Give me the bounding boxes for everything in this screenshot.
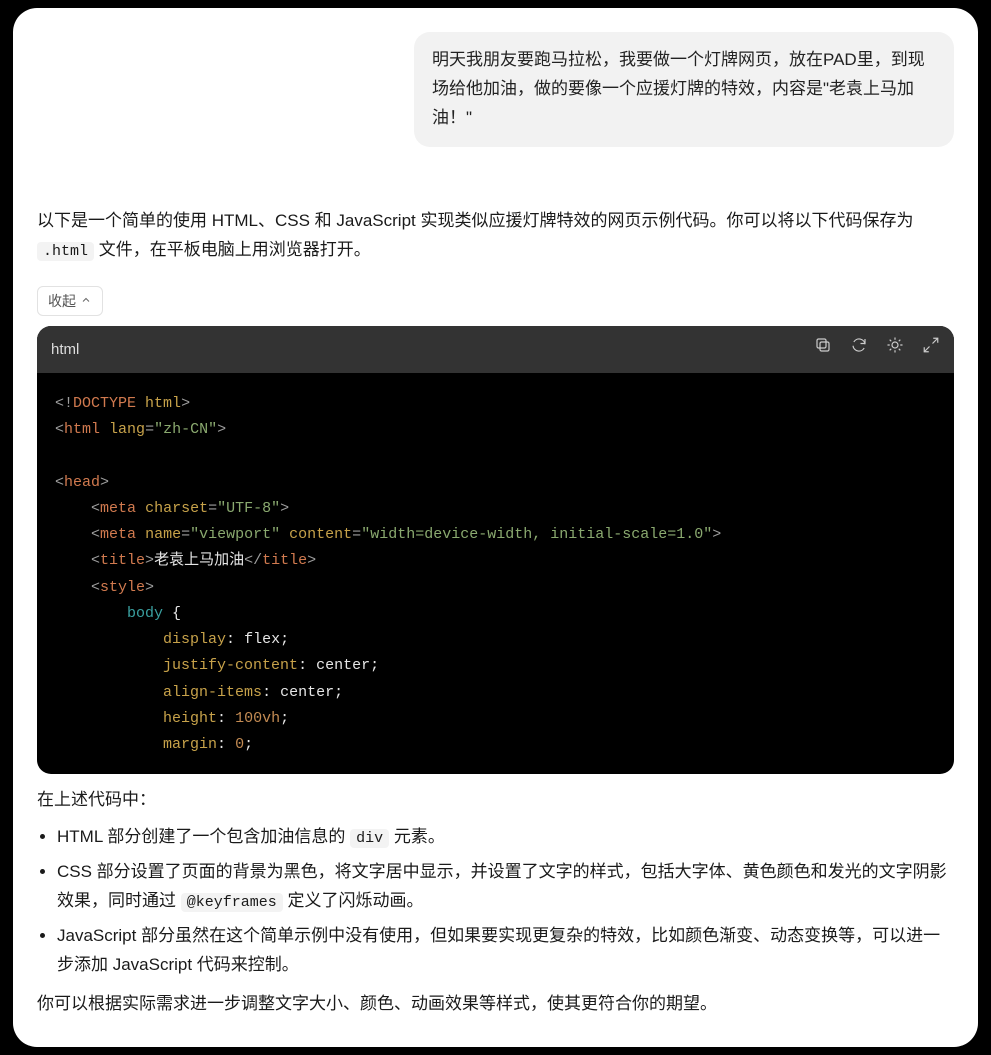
list-item: CSS 部分设置了页面的背景为黑色，将文字居中显示，并设置了文字的样式，包括大字… <box>57 858 954 916</box>
bullet-text: 定义了闪烁动画。 <box>283 891 424 910</box>
code-block-header: html <box>37 326 954 373</box>
collapse-button[interactable]: 收起 <box>37 286 103 316</box>
code-content[interactable]: <!DOCTYPE html> <html lang="zh-CN"> <hea… <box>37 373 954 775</box>
intro-text-after: 文件，在平板电脑上用浏览器打开。 <box>94 240 371 259</box>
closing-text: 你可以根据实际需求进一步调整文字大小、颜色、动画效果等样式，使其更符合你的期望。 <box>37 990 954 1019</box>
sun-icon[interactable] <box>886 336 904 363</box>
list-item: HTML 部分创建了一个包含加油信息的 div 元素。 <box>57 823 954 852</box>
intro-text-before: 以下是一个简单的使用 HTML、CSS 和 JavaScript 实现类似应援灯… <box>37 211 914 230</box>
chevron-up-icon <box>80 293 92 309</box>
explanation-list: HTML 部分创建了一个包含加油信息的 div 元素。 CSS 部分设置了页面的… <box>37 823 954 979</box>
bullet-text: JavaScript 部分虽然在这个简单示例中没有使用，但如果要实现更复杂的特效… <box>57 926 940 974</box>
explanation-intro: 在上述代码中： <box>37 786 954 815</box>
bullet-text: 元素。 <box>389 827 445 846</box>
list-item: JavaScript 部分虽然在这个简单示例中没有使用，但如果要实现更复杂的特效… <box>57 922 954 980</box>
user-message-bubble: 明天我朋友要跑马拉松，我要做一个灯牌网页，放在PAD里，到现场给他加油，做的要像… <box>414 32 954 147</box>
expand-icon[interactable] <box>922 336 940 363</box>
code-lang-label: html <box>51 337 79 363</box>
assistant-intro: 以下是一个简单的使用 HTML、CSS 和 JavaScript 实现类似应援灯… <box>37 207 954 265</box>
user-message-row: 明天我朋友要跑马拉松，我要做一个灯牌网页，放在PAD里，到现场给他加油，做的要像… <box>37 32 954 147</box>
user-message-text: 明天我朋友要跑马拉松，我要做一个灯牌网页，放在PAD里，到现场给他加油，做的要像… <box>432 50 925 127</box>
code-block: html <!DOCTYPE html> <html lang="zh-CN">… <box>37 326 954 774</box>
retry-icon[interactable] <box>850 336 868 363</box>
inline-code-div: div <box>350 829 389 848</box>
copy-icon[interactable] <box>814 336 832 363</box>
chat-card: 明天我朋友要跑马拉松，我要做一个灯牌网页，放在PAD里，到现场给他加油，做的要像… <box>13 8 978 1047</box>
collapse-label: 收起 <box>48 291 76 311</box>
inline-code-keyframes: @keyframes <box>181 893 283 912</box>
inline-code-html-ext: .html <box>37 242 94 261</box>
bullet-text: HTML 部分创建了一个包含加油信息的 <box>57 827 350 846</box>
